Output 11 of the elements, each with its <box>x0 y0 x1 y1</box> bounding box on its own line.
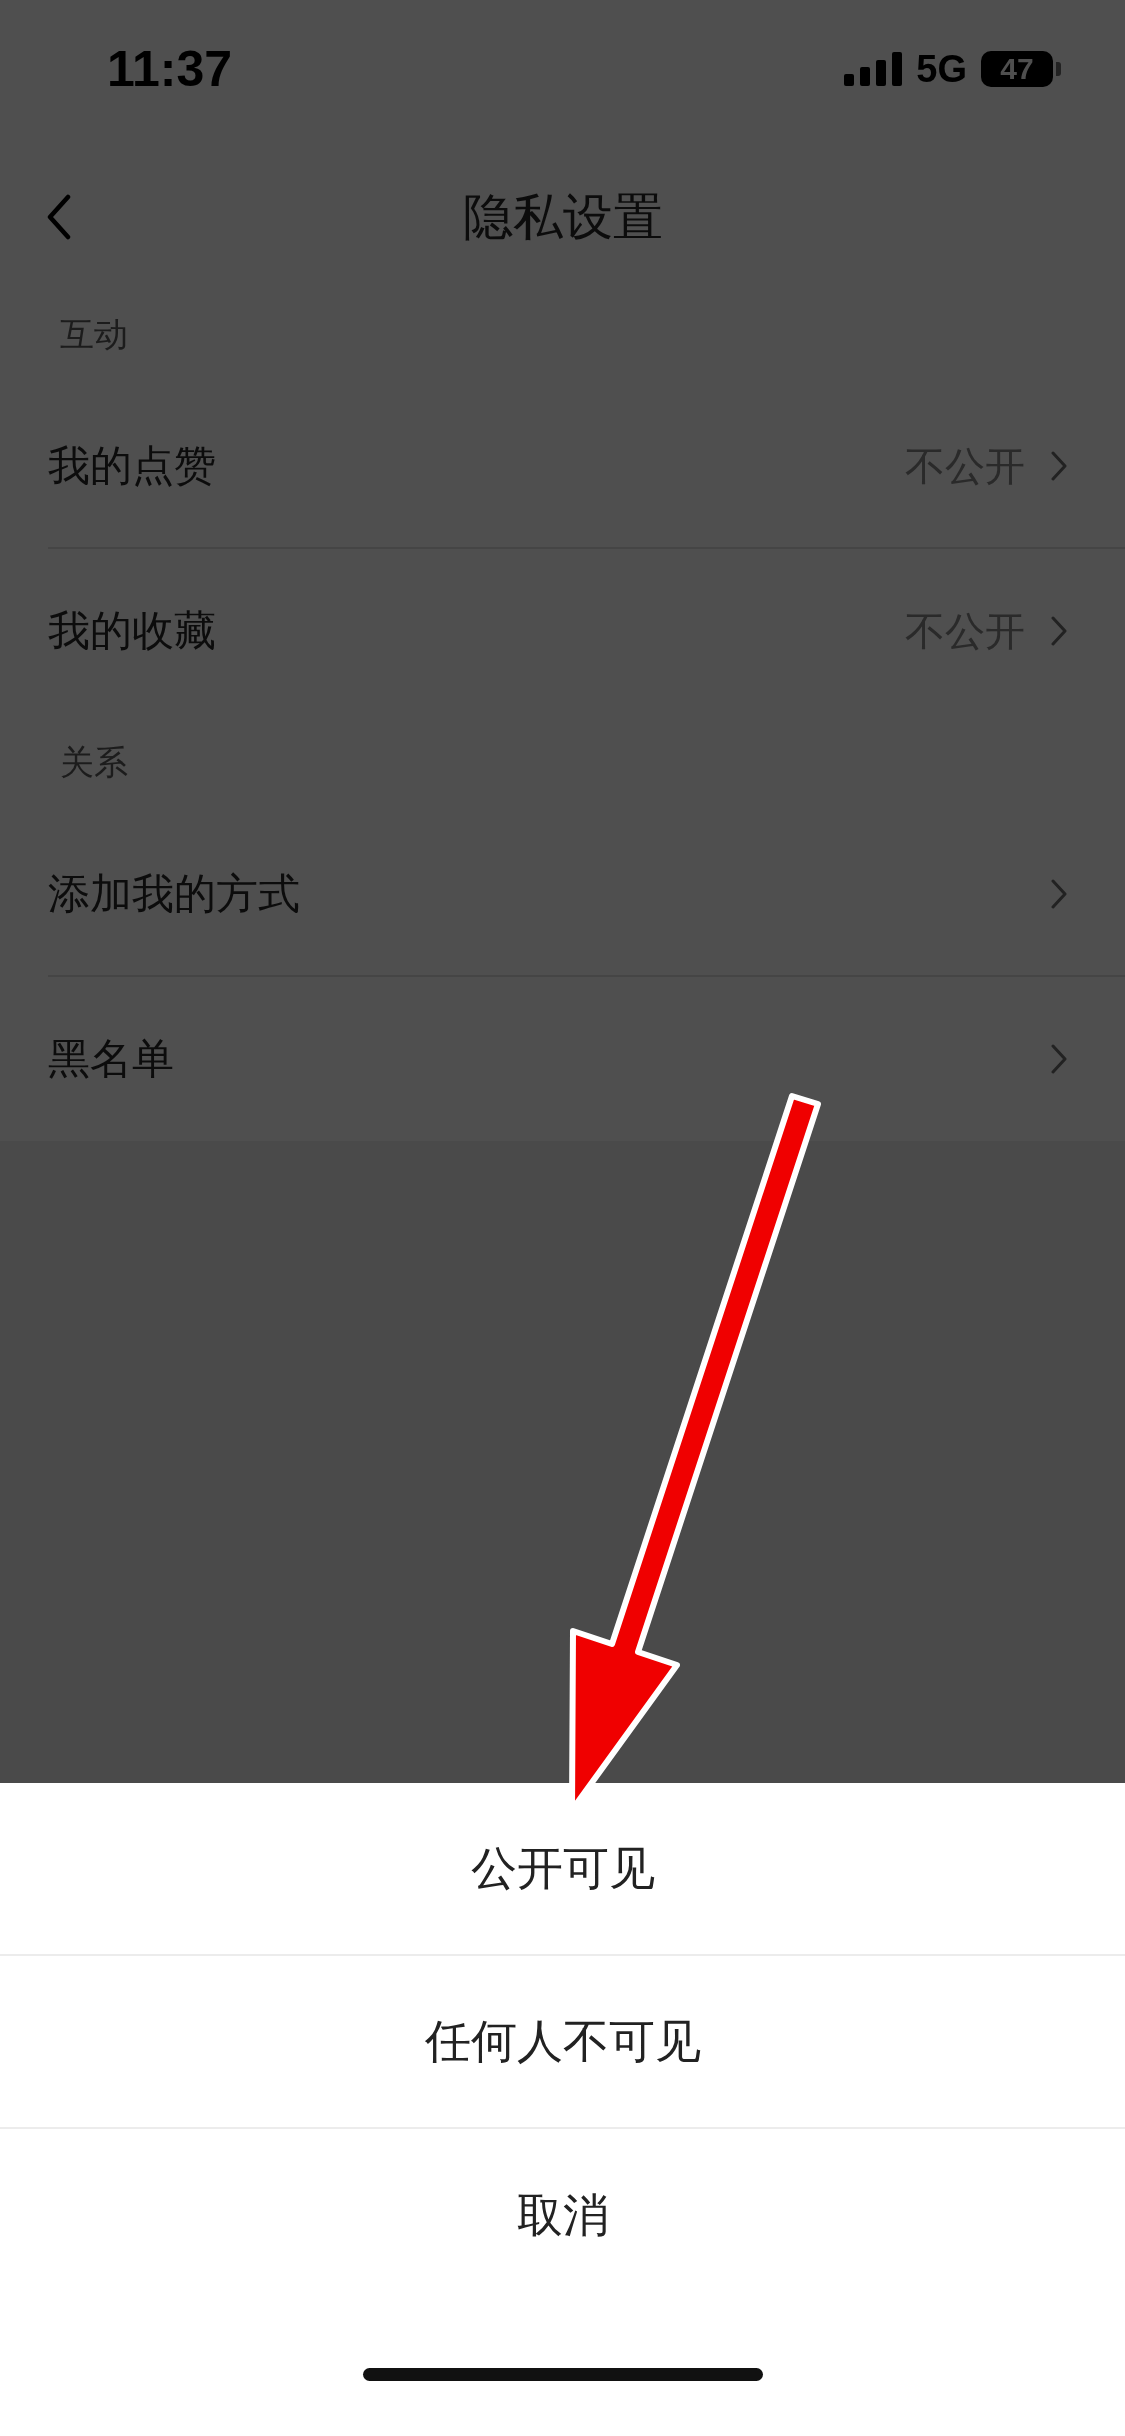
settings-row[interactable]: 添加我的方式 <box>48 813 1125 977</box>
signal-icon <box>844 52 903 86</box>
chevron-icon <box>1051 1044 1067 1074</box>
chevron-icon <box>1051 879 1067 909</box>
network-label: 5G <box>916 47 967 91</box>
chevron-icon <box>1051 616 1067 646</box>
status-time: 11:37 <box>107 40 233 98</box>
page-title: 隐私设置 <box>462 187 663 248</box>
sheet-option[interactable]: 公开可见 <box>0 1783 1125 1956</box>
chevron-icon <box>1051 451 1067 481</box>
settings-row[interactable]: 黑名单 <box>48 977 1125 1141</box>
